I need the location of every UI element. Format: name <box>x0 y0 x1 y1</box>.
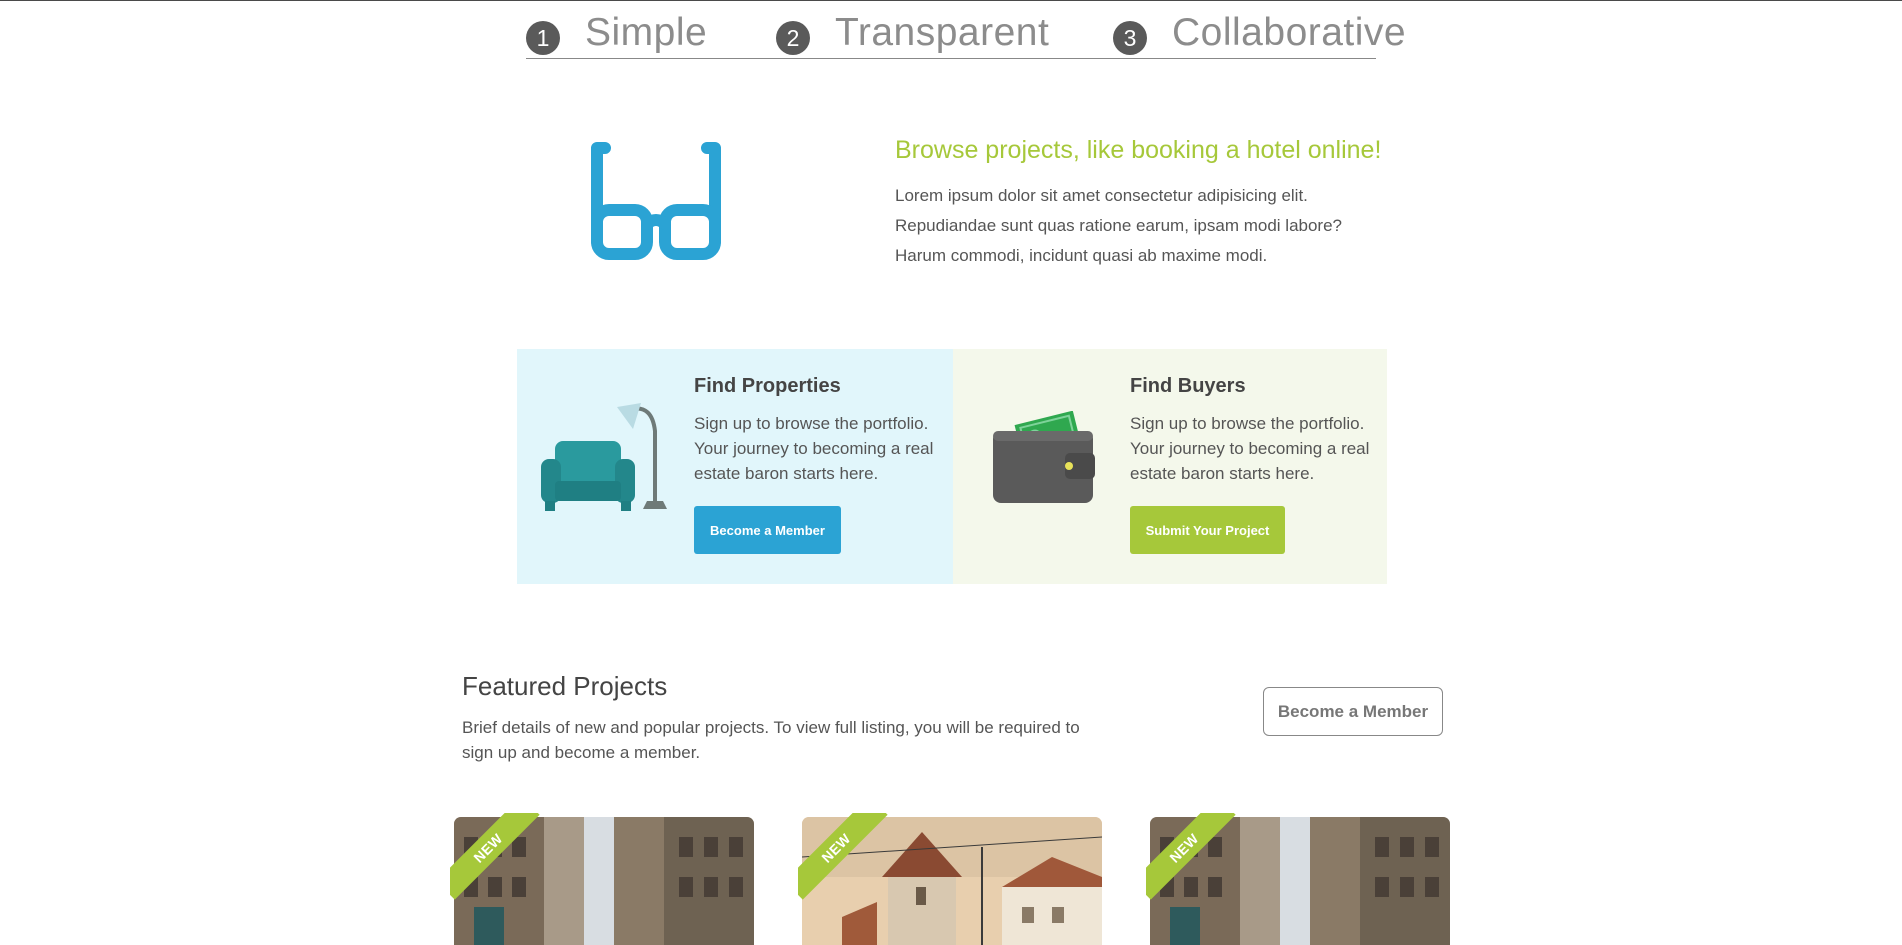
step-label: Transparent <box>835 11 1050 54</box>
step-label: Simple <box>585 11 708 54</box>
featured-description: Brief details of new and popular project… <box>462 718 1080 762</box>
armchair-lamp-icon <box>541 403 667 511</box>
intro-line: Harum commodi, incidunt quasi ab maxime … <box>895 246 1268 265</box>
step-simple: 1 Simple <box>526 8 707 58</box>
wallet-icon <box>993 411 1095 503</box>
step-number: 1 <box>526 21 560 55</box>
card-text: Sign up to browse the portfolio. Your jo… <box>694 411 944 486</box>
card-title: Find Properties <box>694 375 841 397</box>
featured-title: Featured Projects <box>462 671 668 701</box>
new-badge: NEW <box>1146 813 1236 903</box>
featured-become-member-button[interactable]: Become a Member <box>1263 687 1443 736</box>
card-text: Sign up to browse the portfolio. Your jo… <box>1130 411 1380 486</box>
submit-project-button[interactable]: Submit Your Project <box>1130 506 1285 554</box>
card-text-line: Sign up to browse the portfolio. <box>1130 414 1365 433</box>
new-badge-label: NEW <box>450 813 540 900</box>
card-title: Find Buyers <box>1130 375 1246 397</box>
card-text-line: estate baron starts here. <box>1130 464 1315 483</box>
step-label: Collaborative <box>1172 11 1407 54</box>
card-text-line: estate baron starts here. <box>694 464 879 483</box>
find-buyers-card: Find Buyers Sign up to browse the portfo… <box>953 349 1387 584</box>
step-number: 3 <box>1113 21 1147 55</box>
step-collaborative: 3 Collaborative <box>1113 8 1406 58</box>
intro-body: Lorem ipsum dolor sit amet consectetur a… <box>895 181 1415 271</box>
intro-heading: Browse projects, like booking a hotel on… <box>895 136 1382 164</box>
step-transparent: 2 Transparent <box>776 8 1049 58</box>
new-badge: NEW <box>798 813 888 903</box>
find-properties-card: Find Properties Sign up to browse the po… <box>517 349 953 584</box>
intro-line: Lorem ipsum dolor sit amet consectetur a… <box>895 186 1308 205</box>
become-member-button[interactable]: Become a Member <box>694 506 841 554</box>
glasses-icon <box>591 142 721 260</box>
new-badge: NEW <box>450 813 540 903</box>
new-badge-label: NEW <box>1146 813 1236 900</box>
card-text-line: Your journey to becoming a real <box>1130 439 1370 458</box>
top-divider <box>0 0 1902 1</box>
card-text-line: Your journey to becoming a real <box>694 439 934 458</box>
card-text-line: Sign up to browse the portfolio. <box>694 414 929 433</box>
step-number: 2 <box>776 21 810 55</box>
new-badge-label: NEW <box>798 813 888 900</box>
steps-bar: 1 Simple 2 Transparent 3 Collaborative <box>526 8 1406 59</box>
intro-line: Repudiandae sunt quas ratione earum, ips… <box>895 216 1342 235</box>
